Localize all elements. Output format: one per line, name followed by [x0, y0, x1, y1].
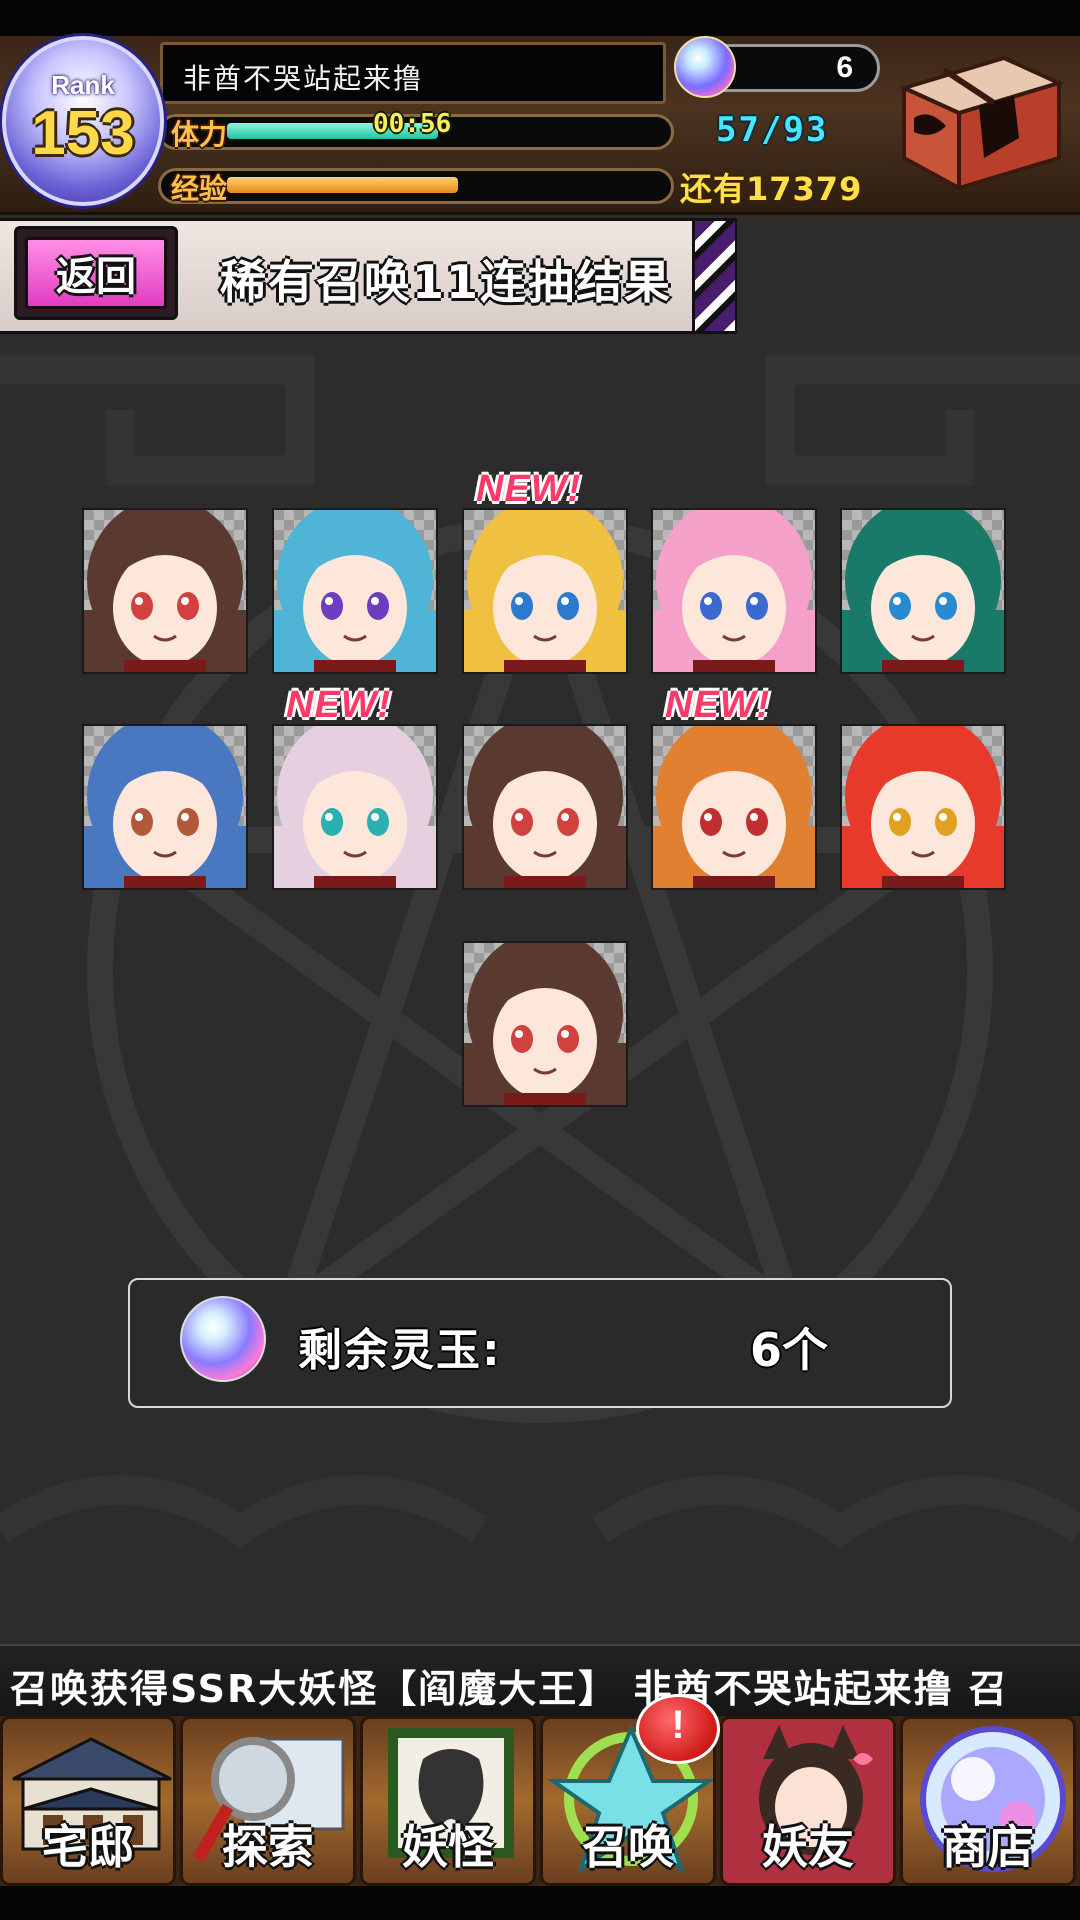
portrait-icon	[274, 726, 436, 888]
nav-label: 召唤	[582, 1820, 674, 1874]
remaining-orbs-panel: 剩余灵玉: 6个	[128, 1278, 952, 1408]
portrait-icon	[464, 510, 626, 672]
portrait-icon	[842, 726, 1004, 888]
stamina-readout: 57/93	[716, 110, 829, 150]
nav-yokai[interactable]: 妖怪	[360, 1716, 536, 1886]
rank-label: Rank	[51, 70, 115, 100]
rank-value: 153	[31, 99, 135, 168]
nav-friends[interactable]: 妖友	[720, 1716, 896, 1886]
orb-count: 6	[836, 51, 853, 84]
back-button-face: 返回	[25, 237, 167, 309]
gift-chest-icon[interactable]	[884, 48, 1065, 198]
portrait-icon	[464, 943, 626, 1105]
player-name: 非酋不哭站起来撸	[183, 62, 424, 95]
portrait-icon	[274, 510, 436, 672]
portrait-icon	[84, 726, 246, 888]
exp-bar-fill	[227, 177, 458, 193]
nav-label: 商店	[942, 1820, 1034, 1874]
portrait-icon	[653, 510, 815, 672]
nav-explore[interactable]: 探索	[180, 1716, 356, 1886]
alert-mark: !	[671, 1703, 685, 1747]
nav-label: 宅邸	[42, 1820, 134, 1874]
shikigami-card-green-haired-girl[interactable]	[840, 508, 1006, 674]
spirit-orb-icon	[674, 36, 736, 98]
new-badge: NEW!	[665, 684, 771, 726]
status-strip	[0, 0, 1080, 36]
ticker-text: 召唤获得SSR大妖怪【阎魔大王】 非酋不哭站起来撸 召	[10, 1667, 1009, 1711]
player-name-box: 非酋不哭站起来撸	[160, 42, 666, 104]
shikigami-card-red-haired-girl[interactable]	[840, 724, 1006, 890]
portrait-icon	[842, 510, 1004, 672]
nav-shop[interactable]: 商店	[900, 1716, 1076, 1886]
banner-stripe	[692, 221, 735, 331]
remaining-orbs-label: 剩余灵玉:	[298, 1325, 502, 1376]
exp-label: 经验	[171, 172, 228, 205]
portrait-icon	[653, 726, 815, 888]
stamina-label: 体力	[171, 118, 228, 151]
shikigami-card-blonde-girl[interactable]	[462, 508, 628, 674]
shikigami-card-brown-haired-fox-girl[interactable]	[462, 724, 628, 890]
portrait-icon	[464, 726, 626, 888]
page-title: 稀有召唤11连抽结果	[220, 255, 673, 309]
portrait-icon	[84, 510, 246, 672]
shikigami-card-pink-haired-girl[interactable]	[651, 508, 817, 674]
new-badge: NEW!	[476, 468, 582, 510]
bottom-strip	[0, 1886, 1080, 1920]
nav-label: 探索	[222, 1820, 314, 1874]
shikigami-card-silver-haired-girl[interactable]	[272, 724, 438, 890]
nav-label: 妖怪	[402, 1820, 494, 1874]
nav-label: 妖友	[762, 1820, 854, 1874]
rank-badge[interactable]: Rank 153	[2, 36, 164, 206]
back-button[interactable]: 返回	[14, 226, 178, 320]
announcement-ticker: 召唤获得SSR大妖怪【阎魔大王】 非酋不哭站起来撸 召	[0, 1644, 1080, 1718]
shikigami-card-blue-long-haired-girl[interactable]	[82, 724, 248, 890]
remaining-orbs-value: 6个	[750, 1323, 829, 1377]
bottom-nav: 宅邸 探索 妖怪 召唤 妖友 商店	[0, 1716, 1080, 1886]
back-button-label: 返回	[56, 254, 136, 300]
shikigami-card-blue-haired-headphones-boy[interactable]	[272, 508, 438, 674]
exp-remaining: 还有17379	[680, 170, 863, 208]
stamina-timer: 00:56	[373, 109, 452, 139]
shikigami-card-orange-haired-girl[interactable]	[651, 724, 817, 890]
stamina-bar: 体力 00:56	[158, 109, 674, 151]
nav-mansion[interactable]: 宅邸	[0, 1716, 176, 1886]
exp-bar: 经验	[158, 168, 674, 205]
spirit-orb-icon	[180, 1296, 266, 1382]
new-badge: NEW!	[286, 684, 392, 726]
summon-alert-badge: !	[636, 1694, 720, 1764]
shikigami-card-brown-haired-fox-girl[interactable]	[82, 508, 248, 674]
shikigami-card-brown-haired-fox-girl[interactable]	[462, 941, 628, 1107]
